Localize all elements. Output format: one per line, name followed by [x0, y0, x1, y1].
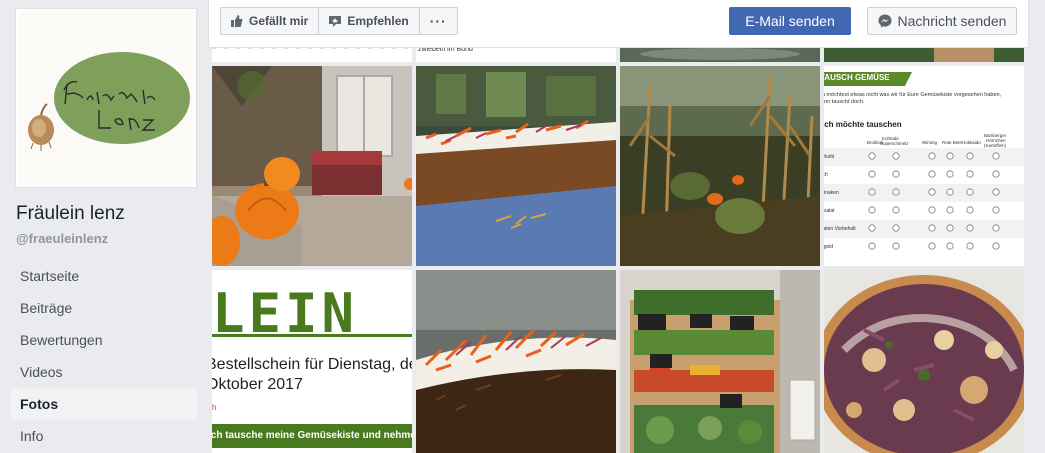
photo-tile[interactable]	[212, 66, 412, 266]
form-row-label: Spitzkohl	[824, 154, 834, 160]
form-col-label: (Kartoffeln)	[984, 143, 1007, 148]
like-button[interactable]: Gefällt mir	[221, 8, 320, 34]
form-radio	[892, 170, 900, 178]
form-radio	[946, 170, 954, 178]
form-radio	[992, 242, 1000, 250]
form-radio	[992, 188, 1000, 196]
photo-autumn-garden-image	[620, 66, 820, 266]
form-radio	[928, 188, 936, 196]
form-radio	[928, 152, 936, 160]
form-radio	[892, 206, 900, 214]
messenger-icon	[878, 14, 892, 28]
form-col-label: Superschmelz	[880, 141, 909, 146]
form-radio	[946, 152, 954, 160]
form-radio	[892, 224, 900, 232]
recommend-icon	[329, 16, 342, 27]
form-radio	[946, 224, 954, 232]
form-row-label: Blattsalat	[824, 208, 835, 214]
form-radio	[966, 152, 974, 160]
nav-item-info[interactable]: Info	[11, 420, 197, 452]
form-radio	[966, 224, 974, 232]
form-radio	[868, 206, 876, 214]
photo-tart-image	[824, 270, 1024, 453]
flyer-mark: h	[212, 403, 217, 412]
form-radio	[928, 206, 936, 214]
photo-tile[interactable]	[824, 270, 1024, 453]
form-row-label: Mangold	[824, 244, 833, 250]
form-radio	[868, 224, 876, 232]
form-radio	[868, 188, 876, 196]
profile-logo-image	[28, 52, 190, 151]
form-row-label: Pastinaken	[824, 190, 839, 196]
photo-tile[interactable]: LEIN Bestellschein für Dienstag, den 17 …	[212, 270, 412, 453]
form-radio	[928, 170, 936, 178]
form-radio	[966, 170, 974, 178]
form-col-label: Hokkaido	[962, 140, 981, 145]
form-radio	[892, 242, 900, 250]
nav-item-bewertungen[interactable]: Bewertungen	[11, 324, 197, 356]
form-radio	[892, 152, 900, 160]
flyer-divider	[212, 334, 412, 337]
form-radio	[868, 170, 876, 178]
thumbs-up-icon	[231, 15, 243, 27]
form-radio	[928, 224, 936, 232]
form-row-label: Lauch	[824, 172, 828, 178]
recommend-button[interactable]: Empfehlen	[319, 8, 420, 34]
page-nav: Startseite Beiträge Bewertungen Videos F…	[11, 260, 197, 452]
photo-tile[interactable]	[416, 66, 616, 266]
page-action-bar: Gefällt mir Empfehlen ··· E-Mail senden …	[208, 0, 1029, 48]
form-radio	[928, 242, 936, 250]
photo-tile[interactable]	[620, 270, 820, 453]
form-row-label: Tomaten Vorbehalt	[824, 226, 856, 232]
form-radio	[992, 170, 1000, 178]
send-message-button[interactable]: Nachricht senden	[867, 7, 1017, 35]
form-radio	[946, 188, 954, 196]
form-table: Brokkoli Kohlrabi Superschmelz Wirsing R…	[824, 133, 1024, 250]
nav-item-startseite[interactable]: Startseite	[11, 260, 197, 292]
photo-carrot-cake-image	[416, 66, 616, 266]
form-col-label: Wirsing	[922, 140, 937, 145]
photo-tile[interactable]: TAUSCH GEMÜSE Du möchtest etwas nicht wa…	[824, 66, 1024, 266]
nav-item-beitraege[interactable]: Beiträge	[11, 292, 197, 324]
page-sidebar: Fräulein lenz @fraeuleinlenz Startseite …	[0, 0, 208, 453]
form-radio	[992, 206, 1000, 214]
send-email-button[interactable]: E-Mail senden	[729, 7, 851, 35]
form-radio	[868, 242, 876, 250]
form-radio	[966, 242, 974, 250]
nav-item-videos[interactable]: Videos	[11, 356, 197, 388]
more-options-button[interactable]: ···	[420, 8, 457, 34]
nav-item-fotos[interactable]: Fotos	[11, 388, 197, 420]
page-title[interactable]: Fräulein lenz	[16, 203, 125, 225]
like-recommend-group: Gefällt mir Empfehlen ···	[220, 7, 458, 35]
form-radio	[946, 242, 954, 250]
photo-tile[interactable]	[416, 270, 616, 453]
profile-picture[interactable]	[15, 8, 197, 188]
recommend-button-label: Empfehlen	[347, 14, 409, 28]
form-radio	[992, 224, 1000, 232]
form-subtitle: Ich möchte tauschen	[824, 120, 902, 129]
form-radio	[992, 152, 1000, 160]
form-radio	[868, 152, 876, 160]
photo-market-shelf-image	[620, 270, 820, 453]
form-radio	[892, 188, 900, 196]
form-title: TAUSCH GEMÜSE	[824, 73, 890, 82]
flyer-line1: Bestellschein für Dienstag, den 17	[212, 356, 412, 373]
photo-cake-closeup-image	[416, 270, 616, 453]
form-title-banner: TAUSCH GEMÜSE	[824, 72, 912, 86]
form-radio	[946, 206, 954, 214]
form-radio	[966, 188, 974, 196]
flyer-footer-text: Ich tausche meine Gemüsekiste und nehme …	[212, 430, 412, 441]
flyer-footer-bar: Ich tausche meine Gemüsekiste und nehme …	[212, 424, 412, 448]
form-radio	[966, 206, 974, 214]
form-col-label: Rote Bete	[942, 140, 963, 145]
form-intro: Du möchtest etwas nicht was wir für Eure…	[824, 92, 1002, 105]
send-message-label: Nachricht senden	[897, 13, 1007, 29]
like-button-label: Gefällt mir	[249, 14, 309, 28]
photo-tile[interactable]	[620, 66, 820, 266]
main-content: zwiebeln im Bund TAUSCH GEMÜSE möchtest …	[208, 0, 1045, 453]
page-handle[interactable]: @fraeuleinlenz	[16, 231, 108, 246]
flyer-line2: Oktober 2017	[212, 376, 303, 393]
photo-pumpkins-image	[212, 66, 412, 266]
